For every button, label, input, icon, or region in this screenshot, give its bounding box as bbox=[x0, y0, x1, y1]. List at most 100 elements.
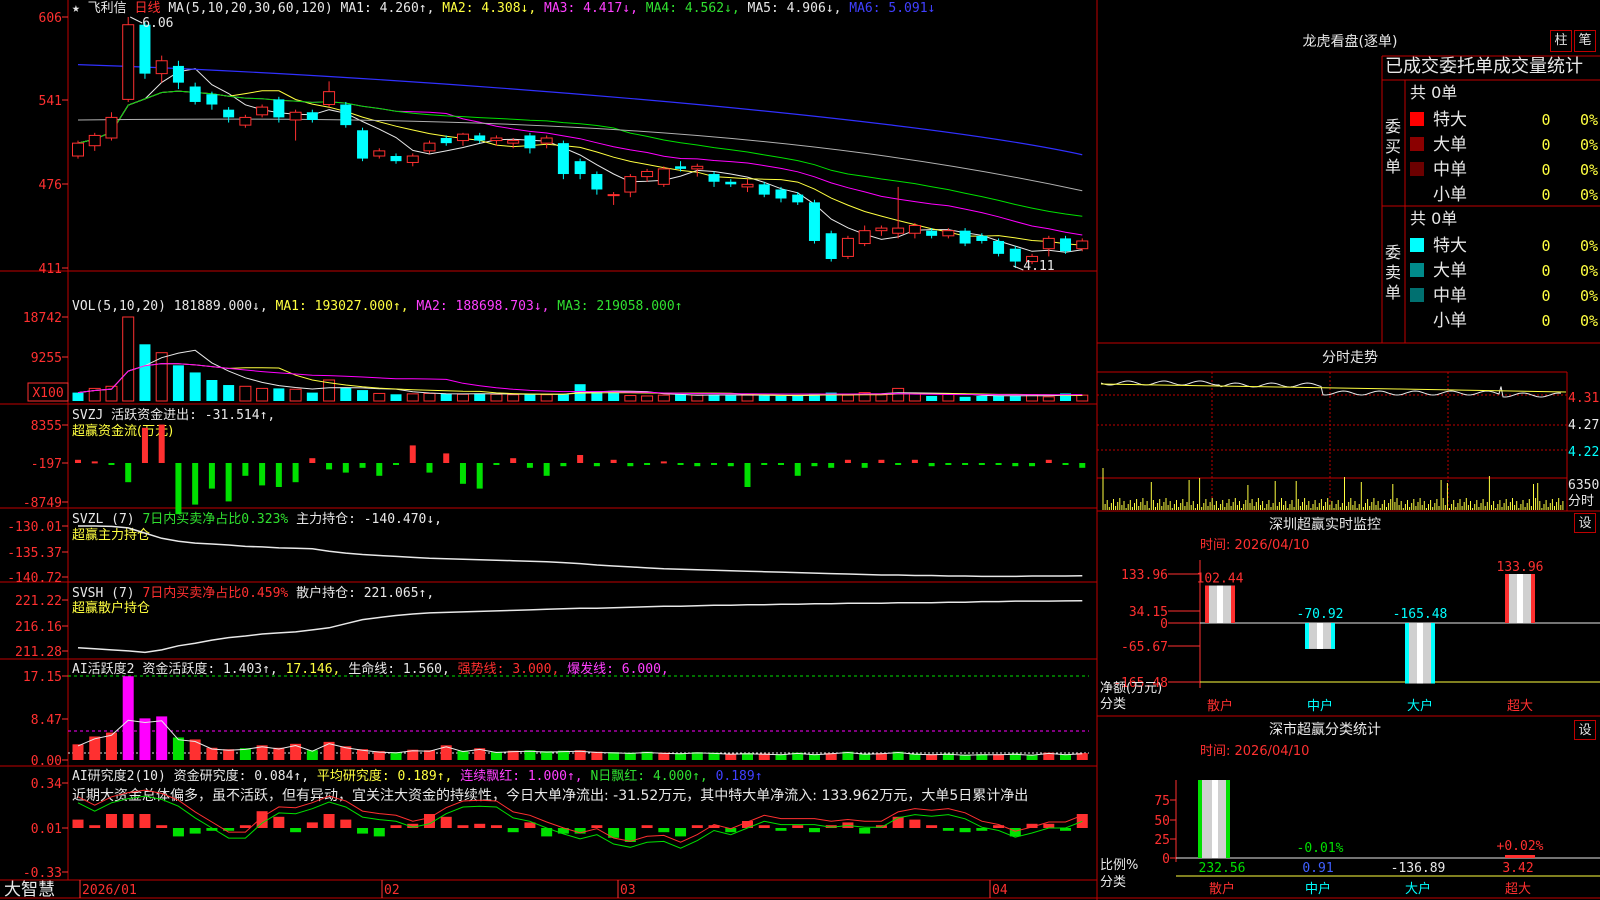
kline-header-seg: MA3: 4.417↓, bbox=[544, 1, 646, 16]
vol-bar bbox=[406, 393, 419, 402]
vol-bar bbox=[976, 395, 988, 401]
ai-research-bar bbox=[290, 828, 302, 833]
lhb-sell-row-count: 0 bbox=[1541, 237, 1550, 255]
classify-xlabel: 分类 bbox=[1100, 875, 1126, 890]
lhb-buy-row-pct: 0% bbox=[1580, 111, 1598, 129]
candle bbox=[172, 60, 184, 90]
vol-bar bbox=[189, 372, 201, 401]
candle bbox=[741, 179, 754, 193]
ai-research-ytick: -0.33 bbox=[23, 866, 62, 881]
svzj-header: SVZJ 活跃资金进出: -31.514↑, bbox=[72, 407, 275, 423]
candle-body bbox=[373, 150, 386, 157]
vol-bar bbox=[122, 316, 135, 402]
svzj-bar bbox=[175, 463, 182, 515]
vol-bar bbox=[139, 344, 151, 401]
lhb-buy-row-name: 小单 bbox=[1433, 185, 1467, 205]
vol-bar bbox=[490, 393, 503, 402]
ai2-bar bbox=[72, 744, 84, 760]
svsh-header-seg: 7日内买卖净占比0.459% bbox=[142, 585, 296, 601]
classify-value: -136.89 bbox=[1391, 861, 1446, 876]
lhb-buy-swatch bbox=[1410, 137, 1424, 151]
monitor-settings-button[interactable]: 设 bbox=[1574, 513, 1596, 533]
monitor-bar-label: -70.92 bbox=[1297, 607, 1344, 622]
ai-research-bar bbox=[658, 828, 670, 833]
candle-body bbox=[357, 130, 369, 159]
fenshi-title: 分时走势 bbox=[1322, 350, 1378, 366]
vol-bar bbox=[892, 387, 905, 402]
svzj-bar bbox=[828, 463, 835, 468]
svzj-bar bbox=[577, 455, 584, 463]
monitor-ytick: 0 bbox=[1160, 617, 1168, 632]
svzl-header-seg: 7日内买卖净占比0.323% bbox=[142, 511, 296, 527]
monitor-bar bbox=[1405, 623, 1435, 684]
svzj-bar bbox=[309, 458, 316, 463]
monitor-bar-hl bbox=[1217, 585, 1223, 623]
candle-body bbox=[1060, 238, 1072, 252]
ai2-header-seg: 强势线: 3.000, bbox=[458, 661, 567, 677]
xaxis-label: 04 bbox=[992, 883, 1008, 898]
candle-body bbox=[540, 137, 553, 144]
ai-research-bar bbox=[457, 825, 469, 828]
candle bbox=[223, 107, 235, 123]
svzj-bar bbox=[259, 463, 266, 486]
vol-bar bbox=[172, 365, 184, 401]
ai-research-comment: 近期大资金总体偏多，虽不活跃，但有异动，宜关注大资金的持续性，今日大单净流出: … bbox=[72, 787, 1028, 804]
bar-mode-button[interactable]: 柱 bbox=[1550, 30, 1572, 52]
ai-research-bar bbox=[273, 816, 285, 828]
candle bbox=[708, 171, 720, 187]
ai-research-header-seg: 平均研究度: 0.189↑, bbox=[317, 768, 460, 784]
svzj-bar bbox=[978, 463, 985, 465]
ai-research-header: AI研究度2(10) 资金研究度: 0.084↑, 平均研究度: 0.189↑,… bbox=[72, 768, 763, 784]
svzj-bar bbox=[225, 463, 232, 502]
lhb-sell-swatch bbox=[1410, 288, 1424, 302]
vol-bar bbox=[741, 394, 754, 402]
svzj-bar bbox=[125, 463, 132, 483]
classify-ytick: 0 bbox=[1162, 852, 1170, 867]
svzj-bar bbox=[1029, 463, 1036, 467]
classify-category: 中户 bbox=[1305, 881, 1331, 897]
candle-body bbox=[825, 233, 837, 259]
kline-header-seg: MA5: 4.906↓, bbox=[748, 1, 850, 16]
vol-bar bbox=[540, 394, 553, 402]
candle bbox=[256, 104, 269, 118]
monitor-bar-edge bbox=[1405, 623, 1409, 684]
svzj-bar bbox=[158, 424, 165, 463]
svzj-bar bbox=[75, 459, 81, 463]
single-mode-button[interactable]: 笔 bbox=[1574, 30, 1596, 52]
svzj-bar bbox=[326, 463, 333, 470]
svzj-bar bbox=[376, 463, 383, 476]
candle bbox=[540, 135, 553, 149]
candle bbox=[624, 174, 637, 198]
classify-settings-button[interactable]: 设 bbox=[1574, 720, 1596, 740]
candle-body bbox=[892, 227, 905, 234]
ai-research-bar bbox=[758, 825, 770, 828]
candle-body bbox=[456, 133, 469, 142]
vol-bar bbox=[423, 392, 436, 402]
candle-body bbox=[507, 140, 520, 144]
ai-research-bar bbox=[591, 825, 603, 828]
monitor-title: 深圳超赢实时监控 bbox=[1269, 516, 1381, 533]
ai2-header-seg: 爆发线: 6.000, bbox=[567, 661, 669, 677]
vol-bar bbox=[273, 388, 285, 401]
candle-body bbox=[474, 135, 486, 141]
vol-bar bbox=[1042, 396, 1055, 402]
svzj-bar bbox=[192, 463, 199, 505]
classify-category: 散户 bbox=[1209, 881, 1235, 897]
ai-research-header-seg: N日飘红: 4.000↑, bbox=[590, 768, 715, 784]
vol-bar bbox=[390, 394, 402, 401]
candle-body bbox=[122, 24, 135, 100]
candle-body bbox=[105, 116, 118, 139]
lhb-buy-total: 共 0单 bbox=[1410, 83, 1457, 102]
kline-ytick: 541 bbox=[39, 94, 62, 109]
svzj-bar bbox=[476, 463, 483, 489]
ai2-bar bbox=[189, 739, 201, 760]
lhb-buy-row-count: 0 bbox=[1541, 136, 1550, 154]
svzj-bar bbox=[744, 463, 751, 487]
chart-canvas[interactable]: 606 541 476 411 ★ 飞利信 日线 MA(5,10,20,30,60,12… bbox=[0, 0, 1600, 900]
lhb-sell-row-name: 小单 bbox=[1433, 311, 1467, 331]
monitor-ylabel: 净额(万元) bbox=[1100, 681, 1162, 696]
svzl-header-seg: SVZL (7) bbox=[72, 512, 142, 527]
candle bbox=[155, 55, 168, 83]
svzj-bar bbox=[593, 463, 600, 467]
candle-body bbox=[490, 137, 503, 142]
